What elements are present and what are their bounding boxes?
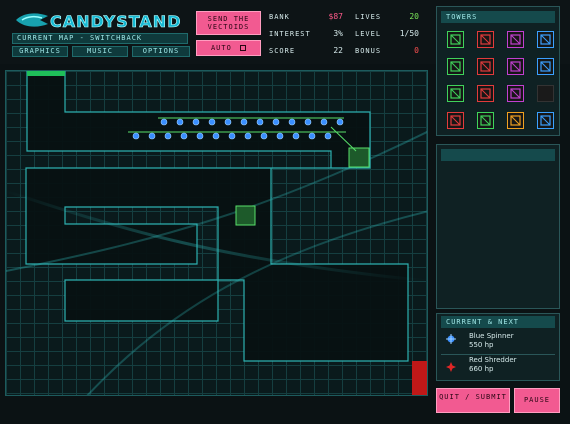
red-flame-tower-icon[interactable] — [477, 85, 494, 102]
bonus-value: 0 — [414, 46, 419, 55]
enemy-spinner — [132, 132, 140, 140]
enemy-spinner — [276, 132, 284, 140]
enemy-spinner — [244, 132, 252, 140]
purple-dart-tower-2-icon[interactable] — [507, 58, 524, 75]
options-button[interactable]: OPTIONS — [132, 46, 190, 57]
pause-button[interactable]: PAUSE — [514, 388, 560, 413]
lives-value: 20 — [409, 12, 419, 21]
enemy-spinner — [292, 132, 300, 140]
enemy-spinner — [336, 118, 344, 126]
next-enemy-hp: 660 hp — [469, 365, 494, 373]
pause-label: PAUSE — [523, 396, 551, 404]
green-laser-tower-icon[interactable] — [447, 85, 464, 102]
level-label: LEVEL — [355, 30, 382, 38]
green-spread-tower-icon[interactable] — [477, 112, 494, 129]
green-pellet-tower-icon[interactable] — [447, 31, 464, 48]
towers-panel: TOWERS — [436, 6, 560, 136]
quit-submit-button[interactable]: QUIT / SUBMIT — [436, 388, 510, 413]
bonus-label: BONUS — [355, 47, 382, 55]
current-enemy-name: Blue Spinner — [469, 332, 514, 340]
auto-checkbox[interactable] — [240, 45, 247, 51]
enemy-spinner — [260, 132, 268, 140]
current-enemy-hp: 550 hp — [469, 341, 494, 349]
red-squirt-tower-2-icon[interactable] — [477, 58, 494, 75]
blue-swirl-tower-2-icon[interactable] — [537, 58, 554, 75]
enemy-spinner — [240, 118, 248, 126]
placed-tower-2 — [235, 205, 256, 226]
lives-label: LIVES — [355, 13, 382, 21]
exit-gate — [412, 361, 427, 395]
blue-swirl-tower-icon[interactable] — [537, 31, 554, 48]
enemy-spinner — [192, 118, 200, 126]
enemy-spinner — [180, 132, 188, 140]
enemy-spinner — [256, 118, 264, 126]
bank-label: BANK — [269, 13, 290, 21]
enemy-spinner — [304, 118, 312, 126]
current-map-label: CURRENT MAP - SWITCHBACK — [12, 33, 188, 44]
game-board[interactable] — [5, 70, 428, 396]
towers-title: TOWERS — [441, 11, 555, 23]
enemy-spinner — [272, 118, 280, 126]
enemy-spinner — [196, 132, 204, 140]
purple-dart-tower-icon[interactable] — [507, 31, 524, 48]
red-squirt-tower-icon[interactable] — [477, 31, 494, 48]
bank-value: $87 — [328, 12, 343, 21]
blue-spinner-icon — [446, 334, 456, 344]
enemy-spinner — [324, 132, 332, 140]
next-enemy-name: Red Shredder — [469, 356, 517, 364]
enemy-spinner — [288, 118, 296, 126]
graphics-button[interactable]: GRAPHICS — [12, 46, 68, 57]
enemy-spinner — [224, 118, 232, 126]
level-value: 1/50 — [399, 29, 419, 38]
purple-beam-tower-icon[interactable] — [507, 85, 524, 102]
orange-star-tower-icon[interactable] — [507, 112, 524, 129]
logo-text: CANDYSTAND — [50, 12, 181, 31]
red-bash-tower-icon[interactable] — [447, 112, 464, 129]
current-next-panel: CURRENT & NEXT Blue Spinner 550 hp Red S… — [436, 313, 560, 381]
enemy-spinner — [164, 132, 172, 140]
map-path — [6, 71, 427, 395]
tower-info-panel — [436, 144, 560, 309]
send-vectoids-button[interactable]: SEND THE VECTOIDS — [196, 11, 261, 35]
placed-tower-1 — [348, 147, 370, 168]
send-vectoids-label: SEND THE VECTOIDS — [207, 15, 250, 31]
divider — [441, 354, 555, 355]
interest-value: 3% — [333, 29, 343, 38]
green-pellet-tower-2-icon[interactable] — [447, 58, 464, 75]
auto-label: AUTO — [210, 44, 232, 52]
auto-button[interactable]: AUTO — [196, 40, 261, 56]
spawn-gate — [27, 71, 65, 76]
candystand-logo[interactable]: CANDYSTAND — [14, 8, 194, 32]
enemy-spinner — [160, 118, 168, 126]
blue-frost-tower-icon[interactable] — [537, 112, 554, 129]
locked-tower-icon[interactable] — [537, 85, 554, 102]
enemy-spinner — [308, 132, 316, 140]
score-value: 22 — [333, 46, 343, 55]
current-next-title: CURRENT & NEXT — [441, 316, 555, 328]
music-button[interactable]: MUSIC — [72, 46, 128, 57]
tower-info-header — [441, 149, 555, 161]
score-label: SCORE — [269, 47, 296, 55]
red-shredder-icon — [446, 362, 456, 372]
enemy-spinner — [176, 118, 184, 126]
enemy-spinner — [320, 118, 328, 126]
quit-submit-label: QUIT / SUBMIT — [439, 393, 507, 401]
enemy-spinner — [208, 118, 216, 126]
interest-label: INTEREST — [269, 30, 311, 38]
enemy-spinner — [228, 132, 236, 140]
enemy-spinner — [212, 132, 220, 140]
stats-panel: BANK $87 LIVES 20 INTEREST 3% LEVEL 1/50… — [265, 7, 425, 59]
enemy-spinner — [148, 132, 156, 140]
